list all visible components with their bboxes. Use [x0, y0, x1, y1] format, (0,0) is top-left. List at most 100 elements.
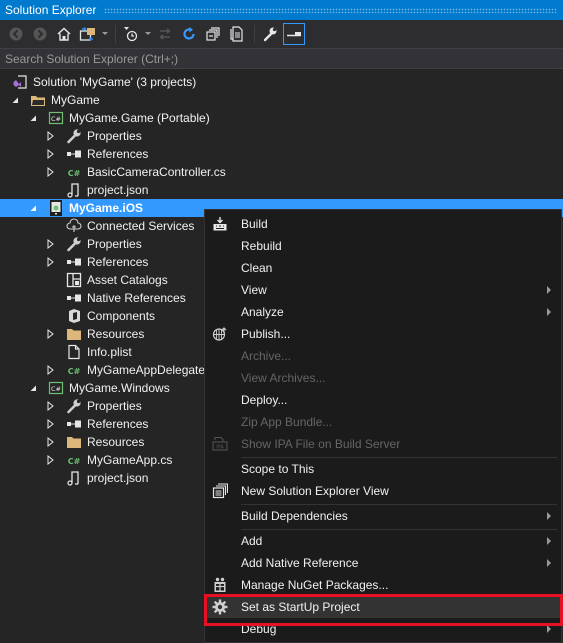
tree-item[interactable]: C# BasicCameraController.cs: [0, 163, 563, 181]
asset-catalog-icon: [66, 272, 82, 288]
menu-item-label: Set as StartUp Project: [241, 600, 360, 614]
submenu-arrow-icon: [547, 537, 551, 545]
menu-item-add-native-reference[interactable]: Add Native Reference: [205, 552, 561, 574]
tree-item[interactable]: Solution 'MyGame' (3 projects): [0, 73, 563, 91]
switch-views-dropdown[interactable]: [101, 23, 109, 45]
menu-item-label: View: [241, 283, 267, 297]
submenu-arrow-icon: [547, 625, 551, 633]
pending-changes-filter-button[interactable]: [120, 23, 142, 45]
tree-item[interactable]: MyGame: [0, 91, 563, 109]
menu-item-deploy[interactable]: Deploy...: [205, 389, 561, 411]
show-all-files-button[interactable]: [226, 23, 248, 45]
wrench-icon: [66, 236, 82, 252]
menu-item-set-as-startup-project[interactable]: Set as StartUp Project: [205, 596, 561, 618]
menu-item-new-solution-explorer-view[interactable]: New Solution Explorer View: [205, 480, 561, 502]
ios-project-icon: [48, 200, 64, 216]
drag-grip[interactable]: [104, 7, 557, 13]
tree-item[interactable]: References: [0, 145, 563, 163]
menu-item-archive[interactable]: Archive...: [205, 345, 561, 367]
menu-item-label: Show IPA File on Build Server: [241, 437, 401, 451]
preview-selected-items-button[interactable]: [283, 23, 305, 45]
sync-active-document-button[interactable]: [154, 23, 176, 45]
pending-changes-filter-dropdown[interactable]: [144, 23, 152, 45]
toolbar-separator: [115, 25, 116, 43]
menu-item-debug[interactable]: Debug: [205, 618, 561, 640]
tree-item[interactable]: C# MyGame.Game (Portable): [0, 109, 563, 127]
collapsed-arrow-icon[interactable]: [45, 433, 55, 451]
submenu-arrow-icon: [547, 512, 551, 520]
menu-item-add[interactable]: Add: [205, 530, 561, 552]
refresh-icon: [183, 27, 195, 40]
properties-button[interactable]: [259, 23, 281, 45]
menu-item-show-ipa-file-on-build-server[interactable]: IPA Show IPA File on Build Server: [205, 433, 561, 455]
expanded-arrow-icon[interactable]: [28, 379, 38, 397]
collapsed-arrow-icon[interactable]: [45, 145, 55, 163]
menu-item-build[interactable]: Build: [205, 213, 561, 235]
menu-item-clean[interactable]: Clean: [205, 257, 561, 279]
tree-item-label: MyGame: [51, 93, 100, 107]
collapsed-arrow-icon[interactable]: [45, 163, 55, 181]
expanded-arrow-icon[interactable]: [28, 199, 38, 217]
tree-item[interactable]: project.json: [0, 181, 563, 199]
expanded-arrow-icon[interactable]: [10, 91, 20, 109]
clock-filter-icon: [124, 27, 138, 42]
menu-item-label: Analyze: [241, 305, 284, 319]
tree-item-label: MyGame.Game (Portable): [69, 111, 210, 125]
nuget-icon: [211, 576, 229, 594]
menu-item-label: Build: [241, 217, 268, 231]
references-icon: [66, 416, 82, 432]
csharp-file-icon: C#: [66, 164, 82, 180]
collapse-all-button[interactable]: [202, 23, 224, 45]
expanded-arrow-icon[interactable]: [28, 109, 38, 127]
search-box[interactable]: [0, 48, 563, 69]
svg-text:C#: C#: [68, 457, 81, 466]
file-icon: [66, 344, 82, 360]
folder-icon: [66, 326, 82, 342]
forward-button[interactable]: [29, 23, 51, 45]
back-arrow-icon: [9, 27, 23, 41]
preview-icon: [287, 32, 301, 37]
csharp-file-icon: C#: [66, 362, 82, 378]
back-button[interactable]: [5, 23, 27, 45]
collapsed-arrow-icon[interactable]: [45, 451, 55, 469]
menu-item-view[interactable]: View: [205, 279, 561, 301]
collapsed-arrow-icon[interactable]: [45, 325, 55, 343]
svg-text:C#: C#: [68, 169, 81, 178]
menu-item-view-archives[interactable]: View Archives...: [205, 367, 561, 389]
collapsed-arrow-icon[interactable]: [45, 253, 55, 271]
tree-item-label: Solution 'MyGame' (3 projects): [33, 75, 197, 89]
menu-item-build-dependencies[interactable]: Build Dependencies: [205, 505, 561, 527]
collapsed-arrow-icon[interactable]: [45, 415, 55, 433]
menu-item-label: Archive...: [241, 349, 292, 363]
search-input[interactable]: [0, 49, 563, 68]
menu-item-manage-nuget-packages[interactable]: Manage NuGet Packages...: [205, 574, 561, 596]
json-file-icon: [66, 470, 82, 486]
collapsed-arrow-icon[interactable]: [45, 397, 55, 415]
svg-text:C#: C#: [68, 367, 81, 376]
title-bar[interactable]: Solution Explorer: [0, 0, 563, 20]
menu-item-rebuild[interactable]: Rebuild: [205, 235, 561, 257]
menu-item-zip-app-bundle[interactable]: Zip App Bundle...: [205, 411, 561, 433]
tree-item-label: Native References: [87, 291, 186, 305]
refresh-button[interactable]: [178, 23, 200, 45]
collapsed-arrow-icon[interactable]: [45, 235, 55, 253]
chevron-down-icon: [102, 32, 108, 35]
context-menu: Build Rebuild Clean View Analyze Publish... Ar…: [204, 209, 562, 643]
collapse-all-icon: [206, 27, 220, 41]
collapsed-arrow-icon[interactable]: [45, 361, 55, 379]
json-file-icon: [66, 182, 82, 198]
tree-item-label: MyGame.iOS: [69, 201, 144, 215]
references-icon: [66, 290, 82, 306]
show-all-files-icon: [230, 26, 243, 42]
menu-item-scope-to-this[interactable]: Scope to This: [205, 458, 561, 480]
tree-item-label: Properties: [87, 399, 142, 413]
collapsed-arrow-icon[interactable]: [45, 127, 55, 145]
tree-item[interactable]: Properties: [0, 127, 563, 145]
menu-item-publish[interactable]: Publish...: [205, 323, 561, 345]
tree-item-label: References: [87, 147, 149, 161]
tree-item-label: MyGame.Windows: [69, 381, 170, 395]
home-button[interactable]: [53, 23, 75, 45]
switch-views-button[interactable]: [77, 23, 99, 45]
tree-item-label: Properties: [87, 237, 142, 251]
menu-item-analyze[interactable]: Analyze: [205, 301, 561, 323]
